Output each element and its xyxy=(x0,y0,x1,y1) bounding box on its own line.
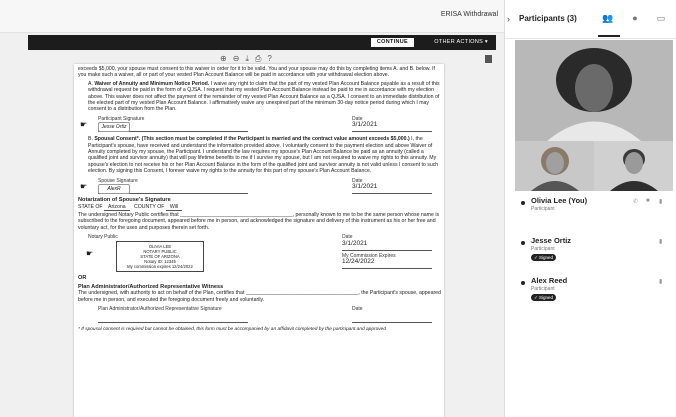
status-dot xyxy=(521,241,525,245)
admin-signature[interactable] xyxy=(98,313,248,323)
mic-icon[interactable]: ▮ xyxy=(659,238,662,245)
help-icon[interactable]: ? xyxy=(267,54,271,64)
participant-name: Alex Reed xyxy=(531,276,568,285)
item-b: B. Spousal Consent*. (This section must … xyxy=(88,136,439,175)
item-b-title: Spousal Consent*. (This section must be … xyxy=(94,136,410,143)
item-a: A. Waiver of Annuity and Minimum Notice … xyxy=(88,80,440,113)
participant-video-icon xyxy=(515,40,673,141)
participant-name: Jesse Ortiz xyxy=(531,236,572,245)
download-icon[interactable]: ⤓ xyxy=(245,54,249,64)
participant-item[interactable]: Olivia Lee (You) Participant ✆ ■ ▮ xyxy=(515,193,673,229)
participant-signature-row: Participant Signature ☛ Jesse Ortiz Date… xyxy=(78,116,442,133)
signed-badge: ✓ Signed xyxy=(531,254,557,261)
spouse-signature[interactable]: AlexR xyxy=(98,184,130,195)
admin-signature-row: Plan Administrator/Authorized Representa… xyxy=(78,306,442,323)
notary-stamp: OLIVIA LEE NOTARY PUBLIC STATE OF ARIZON… xyxy=(116,240,204,272)
document-icon[interactable]: ▭ xyxy=(655,13,667,24)
county-field[interactable]: Will xyxy=(165,203,183,211)
item-b-text: I, the Participant's spouse, have receiv… xyxy=(88,136,439,175)
mic-icon[interactable]: ▮ xyxy=(659,278,662,285)
active-tab-indicator xyxy=(598,35,620,37)
sign-here-icon: ☛ xyxy=(80,120,88,130)
panel-title: Participants (3) xyxy=(519,14,577,23)
participant-signature[interactable]: Jesse Ortiz xyxy=(98,122,130,133)
state-county-row: STATE OF Arizona COUNTY OF Will xyxy=(78,203,442,211)
save-document-icon[interactable] xyxy=(485,55,492,63)
mic-icon[interactable]: ▮ xyxy=(659,198,662,205)
participants-panel: › Participants (3) 👥 ● ▭ Olivia Lee (You… xyxy=(505,0,676,417)
notary-text: The undersigned Notary Public certifies … xyxy=(78,211,440,231)
chat-icon[interactable]: ● xyxy=(629,13,641,23)
tab-erisa-withdrawal[interactable]: ERISA Withdrawal xyxy=(441,11,498,18)
admin-date[interactable] xyxy=(352,313,432,323)
spouse-signature-row: Spouse Signature ☛ AlexR Date 3/1/2021 xyxy=(78,178,442,195)
status-dot xyxy=(521,201,525,205)
participant-date[interactable]: 3/1/2021 xyxy=(352,122,432,133)
state-field[interactable]: Arizona xyxy=(104,203,130,211)
zoom-out-icon[interactable]: ⊖ xyxy=(233,54,240,64)
video-small-alex xyxy=(594,141,673,191)
sign-here-icon: ☛ xyxy=(86,248,94,258)
participant-role: Participant xyxy=(531,206,555,212)
participant-video-icon xyxy=(515,141,594,191)
footnote: * If spousal consent is required but can… xyxy=(78,326,386,332)
app-root: ERISA Withdrawal CONTINUE OTHER ACTIONS … xyxy=(0,0,676,417)
action-bar: CONTINUE OTHER ACTIONS ▾ xyxy=(28,35,496,50)
item-a-title: Waiver of Annuity and Minimum Notice Per… xyxy=(94,80,210,87)
document-pane: ERISA Withdrawal CONTINUE OTHER ACTIONS … xyxy=(0,0,505,417)
document-content: exceeds $5,000, your spouse must consent… xyxy=(78,66,442,333)
video-main-olivia xyxy=(515,40,673,141)
participant-item[interactable]: Alex Reed Participant ✓ Signed ▮ xyxy=(515,273,673,309)
participant-role: Participant xyxy=(531,286,555,292)
pdf-toolbar: ⊕ ⊖ ⤓ ⎙ ? xyxy=(220,54,272,64)
tab-bar: ERISA Withdrawal xyxy=(0,0,504,33)
participants-icon[interactable]: 👥 xyxy=(602,13,614,24)
panel-header: › Participants (3) 👥 ● ▭ xyxy=(505,0,676,39)
admin-text: The undersigned, with authority to act o… xyxy=(78,290,441,303)
participant-list: Olivia Lee (You) Participant ✆ ■ ▮ Jesse… xyxy=(515,193,673,313)
zoom-in-icon[interactable]: ⊕ xyxy=(220,54,227,64)
intro-text: exceeds $5,000, your spouse must consent… xyxy=(78,66,435,79)
print-icon[interactable]: ⎙ xyxy=(255,54,261,64)
phone-icon[interactable]: ✆ xyxy=(633,198,638,205)
status-dot xyxy=(521,281,525,285)
sign-here-icon: ☛ xyxy=(80,182,88,192)
participant-name: Olivia Lee (You) xyxy=(531,196,588,205)
commission-date[interactable]: 12/24/2022 xyxy=(342,258,432,269)
continue-button[interactable]: CONTINUE xyxy=(370,38,414,47)
or-label: OR xyxy=(78,274,87,281)
participant-video-icon xyxy=(594,141,673,191)
participant-item[interactable]: Jesse Ortiz Participant ✓ Signed ▮ xyxy=(515,233,673,269)
spouse-date[interactable]: 3/1/2021 xyxy=(352,183,432,195)
notary-row: Notary Public ☛ OLIVIA LEE NOTARY PUBLIC… xyxy=(78,234,442,272)
signed-badge: ✓ Signed xyxy=(531,294,557,301)
collapse-chevron-icon[interactable]: › xyxy=(507,14,510,24)
other-actions-button[interactable]: OTHER ACTIONS ▾ xyxy=(434,38,488,47)
video-small-jesse xyxy=(515,141,594,191)
video-icon[interactable]: ■ xyxy=(646,198,650,204)
notary-date[interactable]: 3/1/2021 xyxy=(342,240,432,251)
participant-role: Participant xyxy=(531,246,555,252)
